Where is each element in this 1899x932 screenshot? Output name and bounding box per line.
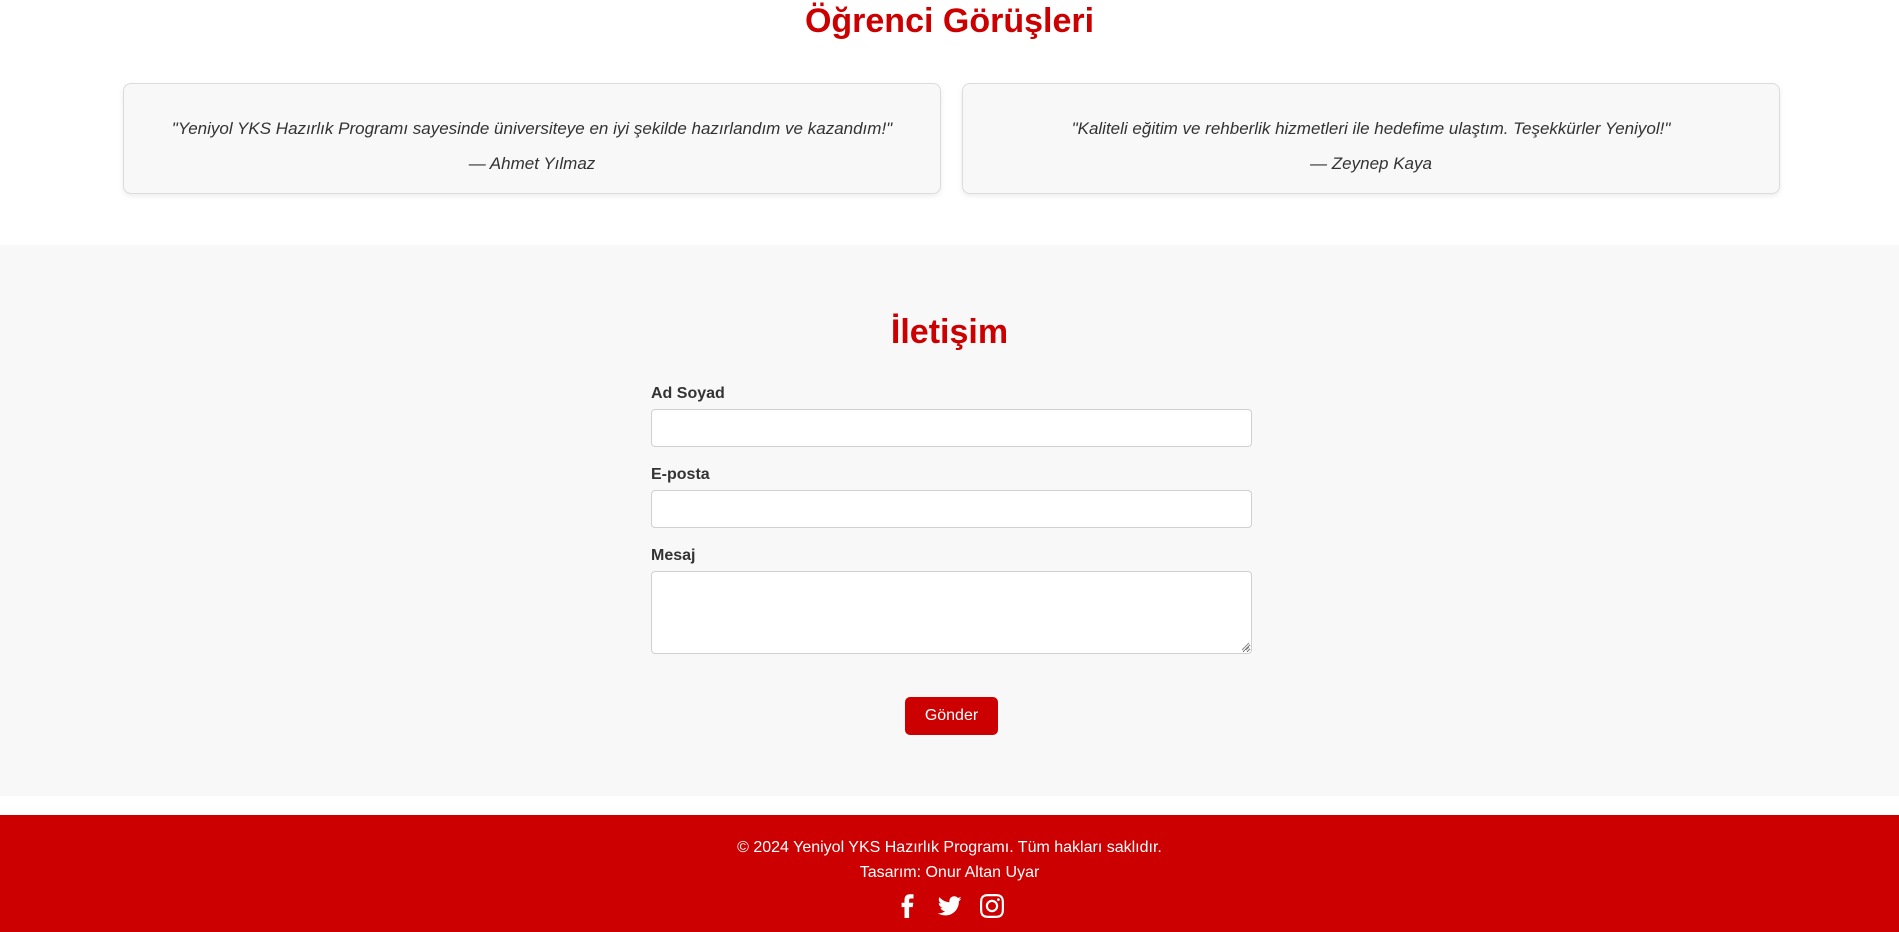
designer-credit: Tasarım: Onur Altan Uyar [859, 864, 1040, 881]
facebook-link[interactable] [896, 893, 920, 919]
resize-handle-icon[interactable] [1241, 642, 1250, 651]
email-input[interactable] [651, 490, 1252, 528]
message-textarea[interactable] [651, 571, 1252, 654]
copyright-text: © 2024 Yeniyol YKS Hazırlık Programı. Tü… [737, 839, 1162, 856]
submit-button[interactable]: Gönder [905, 697, 998, 735]
instagram-link[interactable] [979, 893, 1004, 919]
contact-title: İletişim [890, 313, 1009, 351]
instagram-icon [979, 894, 1004, 918]
name-label: Ad Soyad [651, 385, 725, 402]
footer: © 2024 Yeniyol YKS Hazırlık Programı. Tü… [0, 815, 1899, 932]
contact-section: İletişim Ad Soyad E-posta Mesaj Gönder [0, 245, 1899, 796]
testimonial-author: — Zeynep Kaya [1310, 154, 1432, 173]
name-input[interactable] [651, 409, 1252, 447]
testimonial-card: "Yeniyol YKS Hazırlık Programı sayesinde… [123, 83, 941, 194]
facebook-icon [901, 894, 913, 918]
testimonial-quote: "Yeniyol YKS Hazırlık Programı sayesinde… [171, 119, 893, 138]
testimonials-title: Öğrenci Görüşleri [804, 2, 1095, 40]
testimonial-author: — Ahmet Yılmaz [468, 154, 596, 173]
testimonial-card: "Kaliteli eğitim ve rehberlik hizmetleri… [962, 83, 1780, 194]
social-links [0, 893, 1899, 919]
testimonials-section: Öğrenci Görüşleri "Yeniyol YKS Hazırlık … [0, 0, 1899, 245]
email-label: E-posta [651, 466, 710, 483]
twitter-icon [937, 896, 962, 916]
twitter-link[interactable] [937, 893, 962, 919]
testimonial-quote: "Kaliteli eğitim ve rehberlik hizmetleri… [1071, 119, 1671, 138]
message-label: Mesaj [651, 547, 696, 564]
